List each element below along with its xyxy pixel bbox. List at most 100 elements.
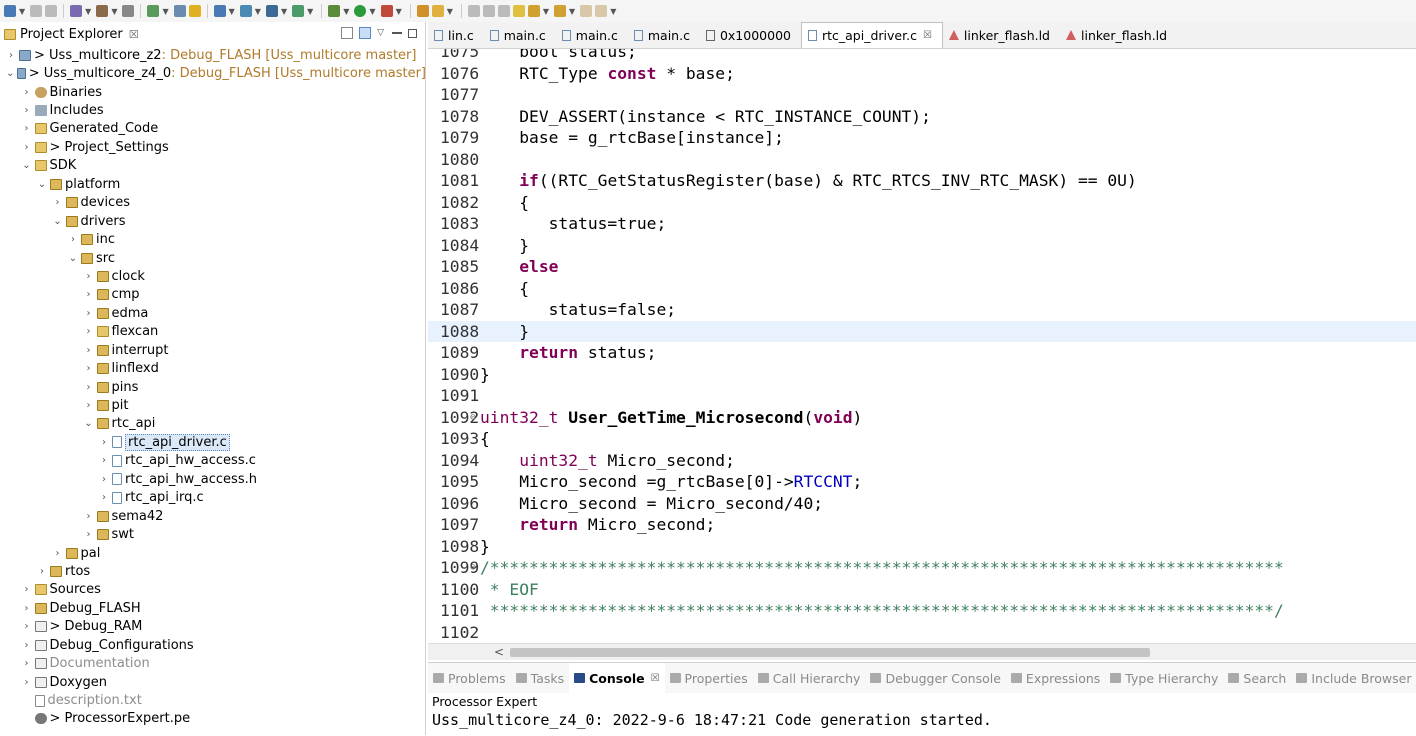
collapsed-arrow-icon[interactable]: › <box>84 326 94 337</box>
horizontal-scrollbar[interactable]: < <box>428 643 1416 660</box>
view-menu-icon[interactable]: ▽ <box>377 28 384 38</box>
new-dropdown-icon[interactable]: ▼ <box>19 7 25 16</box>
collapsed-arrow-icon[interactable]: › <box>84 345 94 356</box>
editor-tab[interactable]: linker_flash.ld <box>943 22 1060 48</box>
collapsed-arrow-icon[interactable]: › <box>84 511 94 522</box>
code-line[interactable]: 1085 else <box>428 256 1416 278</box>
flash-icon[interactable] <box>188 5 201 17</box>
target-icon[interactable] <box>292 5 305 17</box>
edit-dropdown-icon[interactable]: ▼ <box>447 7 453 16</box>
code-line[interactable]: 1092 ⊖ uint32_t User_GetTime_Microsecond(v… <box>428 407 1416 429</box>
collapsed-arrow-icon[interactable]: › <box>6 50 16 61</box>
processor-expert-dropdown-icon[interactable]: ▼ <box>162 7 168 16</box>
expanded-arrow-icon[interactable]: ⌄ <box>6 68 14 79</box>
tree-item[interactable]: › Doxygen <box>0 673 425 691</box>
code-line[interactable]: 1078 DEV_ASSERT(instance < RTC_INSTANCE_… <box>428 106 1416 128</box>
editor-tab[interactable]: lin.c <box>428 22 484 48</box>
expanded-arrow-icon[interactable]: ⌄ <box>37 179 47 190</box>
run-dropdown-icon[interactable]: ▼ <box>369 7 375 16</box>
bottom-tab[interactable]: Console ☒ <box>569 663 665 693</box>
tree-item[interactable]: › > Project_Settings <box>0 138 425 156</box>
code-line[interactable]: 1075 bool status; <box>428 49 1416 63</box>
collapsed-arrow-icon[interactable]: › <box>84 400 94 411</box>
tree-item[interactable]: › pal <box>0 544 425 562</box>
tree-item[interactable]: › linflexd <box>0 359 425 377</box>
show-whitespace-icon[interactable] <box>497 5 510 17</box>
next-annotation-dropdown-icon[interactable]: ▼ <box>543 7 549 16</box>
collapsed-arrow-icon[interactable]: › <box>22 123 32 134</box>
collapsed-arrow-icon[interactable]: › <box>22 87 32 98</box>
tree-item[interactable]: > ProcessorExpert.pe <box>0 710 425 728</box>
bottom-tab[interactable]: Tasks <box>511 663 570 693</box>
tree-item[interactable]: › rtos <box>0 562 425 580</box>
tree-item[interactable]: › Sources <box>0 581 425 599</box>
collapsed-arrow-icon[interactable]: › <box>22 658 32 669</box>
tree-item[interactable]: › rtc_api_hw_access.c <box>0 452 425 470</box>
bottom-tab[interactable]: Expressions <box>1006 663 1105 693</box>
collapsed-arrow-icon[interactable]: › <box>84 271 94 282</box>
code-line[interactable]: 1084 } <box>428 235 1416 257</box>
collapsed-arrow-icon[interactable]: › <box>99 492 109 503</box>
collapsed-arrow-icon[interactable]: › <box>22 677 32 688</box>
collapsed-arrow-icon[interactable]: › <box>22 584 32 595</box>
next-annotation-icon[interactable] <box>527 5 540 17</box>
fold-icon[interactable]: ⊖ <box>470 407 476 429</box>
editor-tab[interactable]: linker_flash.ld <box>1060 22 1177 48</box>
tree-item[interactable]: ⌄ platform <box>0 175 425 193</box>
code-line[interactable]: 1086 { <box>428 278 1416 300</box>
collapsed-arrow-icon[interactable]: › <box>37 566 47 577</box>
maximize-icon[interactable] <box>408 28 417 38</box>
editor-tab[interactable]: main.c <box>556 22 628 48</box>
code-line[interactable]: 1101 ***********************************… <box>428 600 1416 622</box>
code-line[interactable]: 1079 base = g_rtcBase[instance]; <box>428 127 1416 149</box>
editor-tab[interactable]: 0x1000000 <box>700 22 801 48</box>
tree-item[interactable]: ⌄ src <box>0 249 425 267</box>
code-line[interactable]: 1081 if((RTC_GetStatusRegister(base) & R… <box>428 170 1416 192</box>
link-with-editor-icon[interactable] <box>359 27 372 39</box>
code-line[interactable]: 1098} <box>428 536 1416 558</box>
build-icon[interactable] <box>70 5 83 17</box>
collapsed-arrow-icon[interactable]: › <box>22 603 32 614</box>
expanded-arrow-icon[interactable]: ⌄ <box>22 160 32 171</box>
build-dropdown-icon[interactable]: ▼ <box>85 7 91 16</box>
collapsed-arrow-icon[interactable]: › <box>84 529 94 540</box>
bottom-tab[interactable]: Debugger Console <box>865 663 1005 693</box>
collapsed-arrow-icon[interactable]: › <box>22 142 32 153</box>
tree-item[interactable]: › interrupt <box>0 341 425 359</box>
code-line[interactable]: 1094 uint32_t Micro_second; <box>428 450 1416 472</box>
copy-dropdown-icon[interactable]: ▼ <box>281 7 287 16</box>
bottom-tab[interactable]: Type Hierarchy <box>1105 663 1223 693</box>
code-line[interactable]: 1089 return status; <box>428 342 1416 364</box>
tree-item[interactable]: › pins <box>0 378 425 396</box>
code-line[interactable]: 1093{ <box>428 428 1416 450</box>
scroll-left-icon[interactable]: < <box>494 645 504 659</box>
collapse-all-icon[interactable] <box>341 27 354 39</box>
code-line[interactable]: 1076 RTC_Type const * base; <box>428 63 1416 85</box>
debug-dropdown-icon[interactable]: ▼ <box>343 7 349 16</box>
tree-item[interactable]: › Binaries <box>0 83 425 101</box>
tree-item[interactable]: › pit <box>0 396 425 414</box>
prev-annotation-dropdown-icon[interactable]: ▼ <box>569 7 575 16</box>
edit-icon[interactable] <box>431 5 444 17</box>
close-icon[interactable]: ☒ <box>129 28 139 41</box>
tree-item[interactable]: › devices <box>0 194 425 212</box>
code-line[interactable]: 1091 <box>428 385 1416 407</box>
collapsed-arrow-icon[interactable]: › <box>53 548 63 559</box>
scrollbar-thumb[interactable] <box>510 648 1150 657</box>
code-line[interactable]: 1096 Micro_second = Micro_second/40; <box>428 493 1416 515</box>
tree-item[interactable]: ⌄ drivers <box>0 212 425 230</box>
code-line[interactable]: 1099 ⊖/**********************************… <box>428 557 1416 579</box>
tree-item[interactable]: › rtc_api_driver.c <box>0 433 425 451</box>
collapsed-arrow-icon[interactable]: › <box>84 363 94 374</box>
tree-item[interactable]: › Debug_FLASH <box>0 599 425 617</box>
code-line[interactable]: 1088 } <box>428 320 1416 342</box>
configure-dropdown-icon[interactable]: ▼ <box>229 7 235 16</box>
target-dropdown-icon[interactable]: ▼ <box>307 7 313 16</box>
code-line[interactable]: 1082 { <box>428 192 1416 214</box>
editor-tab[interactable]: main.c <box>484 22 556 48</box>
tree-item[interactable]: › Includes <box>0 101 425 119</box>
collapsed-arrow-icon[interactable]: › <box>53 197 63 208</box>
code-area[interactable]: 1075 bool status; 1076 RTC_Type const * b… <box>428 49 1416 643</box>
collapsed-arrow-icon[interactable]: › <box>84 289 94 300</box>
calculator-icon[interactable] <box>122 5 135 17</box>
